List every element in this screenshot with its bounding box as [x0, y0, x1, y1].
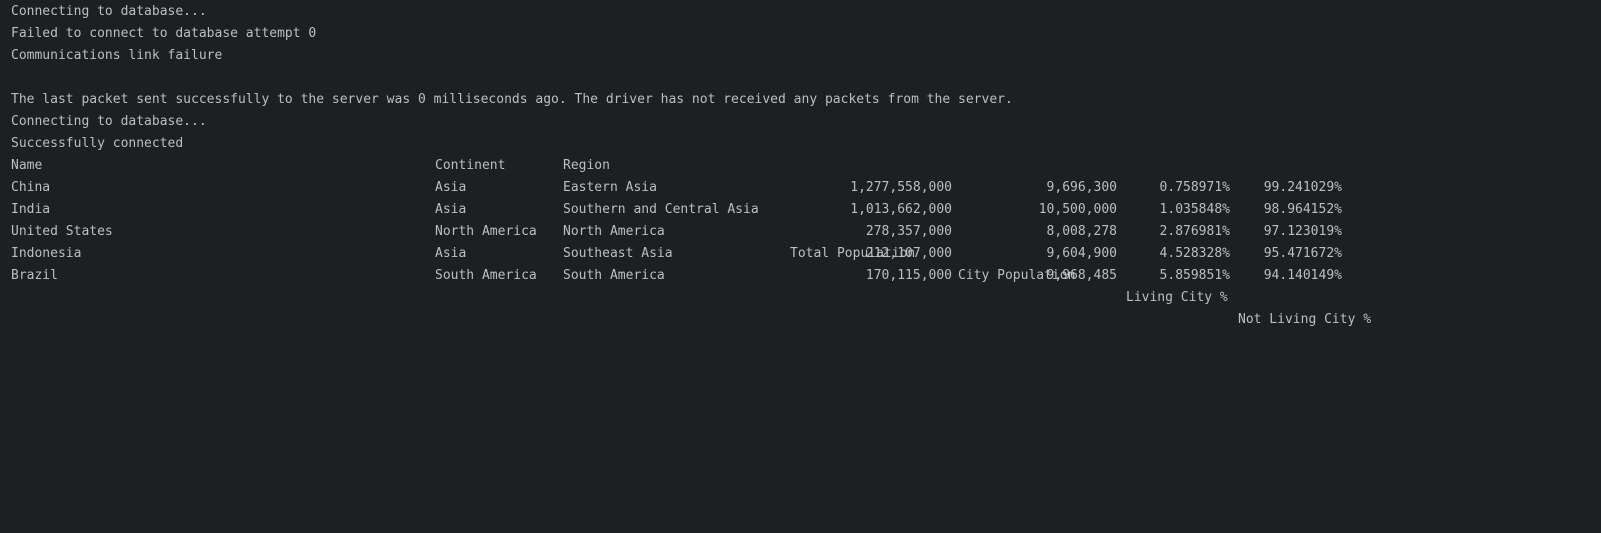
cell-continent: Asia: [435, 180, 467, 195]
table-row: Brazil South America South America 170,1…: [11, 265, 1601, 287]
cell-total-population: 1,277,558,000: [850, 180, 952, 195]
cell-living-city: 0.758971%: [1159, 180, 1230, 195]
cell-city-population: 9,968,485: [1046, 268, 1117, 283]
cell-continent: Asia: [435, 246, 467, 261]
log-line: Connecting to database...: [11, 114, 207, 129]
log-line: Failed to connect to database attempt 0: [11, 26, 317, 41]
cell-not-living-city: 99.241029%: [1263, 180, 1342, 195]
cell-region: North America: [563, 224, 665, 239]
cell-total-population: 278,357,000: [865, 224, 952, 239]
cell-continent: South America: [435, 268, 537, 283]
header-continent: Continent: [435, 158, 506, 173]
cell-living-city: 2.876981%: [1159, 224, 1230, 239]
cell-not-living-city: 95.471672%: [1263, 246, 1342, 261]
cell-living-city: 5.859851%: [1159, 268, 1230, 283]
cell-region: South America: [563, 268, 665, 283]
cell-name: United States: [11, 224, 113, 239]
cell-not-living-city: 97.123019%: [1263, 224, 1342, 239]
cell-continent: Asia: [435, 202, 467, 217]
cell-living-city: 1.035848%: [1159, 202, 1230, 217]
cell-city-population: 9,696,300: [1046, 180, 1117, 195]
log-line: Communications link failure: [11, 48, 223, 63]
cell-region: Southeast Asia: [563, 246, 673, 261]
cell-name: Indonesia: [11, 246, 82, 261]
cell-continent: North America: [435, 224, 537, 239]
log-line: The last packet sent successfully to the…: [11, 92, 1013, 107]
cell-not-living-city: 94.140149%: [1263, 268, 1342, 283]
log-line: Successfully connected: [11, 136, 184, 151]
header-not-living-city: Not Living City %: [1238, 312, 1372, 327]
log-line-blank: [11, 67, 1601, 89]
cell-city-population: 10,500,000: [1038, 202, 1117, 217]
table-row: United States North America North Americ…: [11, 221, 1601, 243]
cell-region: Eastern Asia: [563, 180, 657, 195]
table-header-row: Name Continent Region Total Population C…: [11, 155, 1601, 327]
cell-not-living-city: 98.964152%: [1263, 202, 1342, 217]
cell-city-population: 9,604,900: [1046, 246, 1117, 261]
cell-total-population: 212,107,000: [865, 246, 952, 261]
cell-total-population: 1,013,662,000: [850, 202, 952, 217]
header-living-city: Living City %: [1126, 290, 1228, 305]
cell-total-population: 170,115,000: [865, 268, 952, 283]
cell-city-population: 8,008,278: [1046, 224, 1117, 239]
cell-name: China: [11, 180, 51, 195]
header-name: Name: [11, 158, 43, 173]
cell-name: India: [11, 202, 51, 217]
table-row: India Asia Southern and Central Asia 1,0…: [11, 199, 1601, 221]
header-region: Region: [563, 158, 610, 173]
table-row: China Asia Eastern Asia 1,277,558,000 9,…: [11, 177, 1601, 199]
cell-name: Brazil: [11, 268, 58, 283]
cell-region: Southern and Central Asia: [563, 202, 759, 217]
console-output[interactable]: Connecting to database... Failed to conn…: [11, 1, 1601, 533]
log-line: Connecting to database...: [11, 4, 207, 19]
cell-living-city: 4.528328%: [1159, 246, 1230, 261]
table-row: Indonesia Asia Southeast Asia 212,107,00…: [11, 243, 1601, 265]
